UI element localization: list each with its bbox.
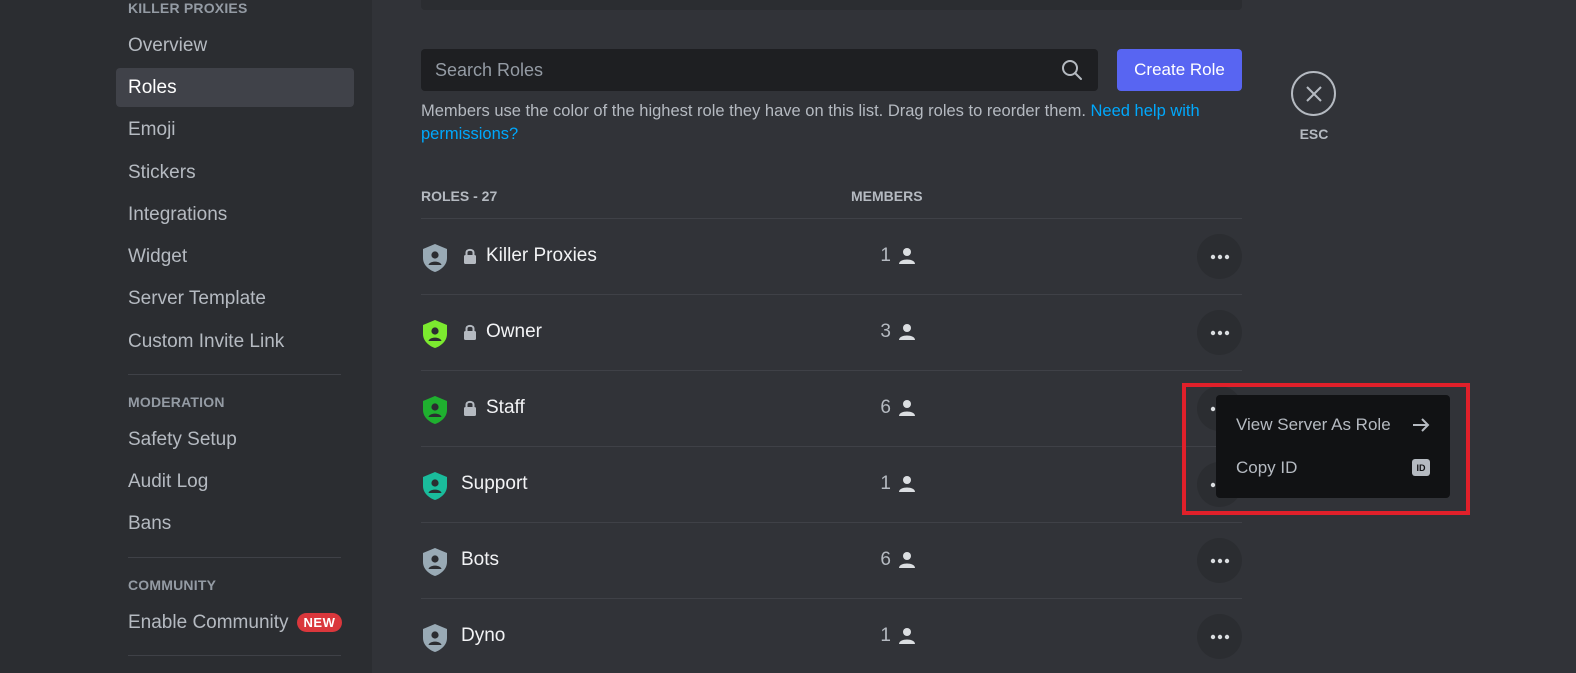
sidebar-item-widget[interactable]: Widget: [116, 237, 354, 276]
role-shield-icon: [423, 624, 447, 652]
create-role-button[interactable]: Create Role: [1117, 49, 1242, 91]
server-name-header: KILLER PROXIES: [128, 0, 248, 16]
member-count: 1: [880, 473, 891, 494]
role-shield-icon: [423, 320, 447, 348]
role-name: Owner: [486, 321, 542, 342]
sidebar-item-enable-community[interactable]: Enable Community NEW: [116, 603, 354, 642]
role-row[interactable]: Owner 3: [421, 294, 1242, 370]
settings-sidebar: KILLER PROXIES Overview Roles Emoji Stic…: [0, 0, 372, 673]
previous-section-edge: [421, 0, 1242, 10]
sidebar-item-server-template[interactable]: Server Template: [116, 279, 354, 318]
sidebar-divider: [128, 374, 341, 375]
role-shield-icon: [423, 396, 447, 424]
moderation-header: MODERATION: [128, 394, 225, 410]
search-input[interactable]: [435, 59, 1060, 81]
search-roles-box[interactable]: [421, 49, 1098, 91]
sidebar-item-integrations[interactable]: Integrations: [116, 195, 354, 234]
roles-description: Members use the color of the highest rol…: [421, 100, 1221, 146]
role-row[interactable]: Killer Proxies 1: [421, 218, 1242, 294]
member-count: 6: [880, 397, 891, 418]
more-dots-icon: [1210, 634, 1229, 639]
new-badge: NEW: [296, 613, 343, 632]
sidebar-item-audit-log[interactable]: Audit Log: [116, 462, 354, 501]
lock-icon: [464, 400, 476, 416]
role-name: Killer Proxies: [486, 245, 597, 266]
lock-icon: [464, 324, 476, 340]
role-shield-icon: [423, 244, 447, 272]
sidebar-item-custom-invite-link[interactable]: Custom Invite Link: [116, 322, 354, 361]
sidebar-item-stickers[interactable]: Stickers: [116, 153, 354, 192]
role-row[interactable]: Staff 6: [421, 370, 1242, 446]
more-dots-icon: [1210, 330, 1229, 335]
member-count: 1: [880, 625, 891, 646]
community-header: COMMUNITY: [128, 577, 217, 593]
role-more-button[interactable]: [1197, 614, 1242, 659]
person-icon: [899, 324, 915, 340]
sidebar-item-overview[interactable]: Overview: [116, 26, 354, 65]
person-icon: [899, 476, 915, 492]
person-icon: [899, 552, 915, 568]
role-name: Bots: [461, 549, 500, 570]
sidebar-item-safety-setup[interactable]: Safety Setup: [116, 420, 354, 459]
person-icon: [899, 248, 915, 264]
lock-icon: [464, 248, 476, 264]
role-name: Support: [461, 473, 528, 494]
role-row[interactable]: Dyno 1: [421, 598, 1242, 673]
member-count: 3: [880, 321, 891, 342]
close-icon: [1305, 85, 1322, 102]
sidebar-item-roles[interactable]: Roles: [116, 68, 354, 107]
sidebar-item-bans[interactable]: Bans: [116, 504, 354, 543]
role-shield-icon: [423, 548, 447, 576]
role-row[interactable]: Support 1: [421, 446, 1242, 522]
role-more-button[interactable]: [1197, 234, 1242, 279]
sidebar-item-emoji[interactable]: Emoji: [116, 110, 354, 149]
person-icon: [899, 400, 915, 416]
sidebar-divider: [128, 655, 341, 656]
close-button[interactable]: [1291, 71, 1336, 116]
description-text: Members use the color of the highest rol…: [421, 102, 1086, 120]
member-count: 1: [880, 245, 891, 266]
more-dots-icon: [1210, 254, 1229, 259]
roles-column-header: ROLES - 27: [421, 188, 498, 204]
close-settings[interactable]: ESC: [1291, 71, 1337, 142]
esc-label: ESC: [1299, 126, 1329, 142]
role-name: Dyno: [461, 625, 506, 646]
role-name: Staff: [486, 397, 525, 418]
person-icon: [899, 628, 915, 644]
sidebar-item-label: Enable Community: [128, 611, 289, 633]
role-row[interactable]: Bots 6: [421, 522, 1242, 598]
role-shield-icon: [423, 472, 447, 500]
role-more-button[interactable]: [1197, 310, 1242, 355]
member-count: 6: [880, 549, 891, 570]
sidebar-divider: [128, 557, 341, 558]
highlight-annotation-box: [1182, 383, 1470, 515]
role-more-button[interactable]: [1197, 538, 1242, 583]
search-icon[interactable]: [1060, 58, 1084, 82]
members-column-header: MEMBERS: [851, 188, 923, 204]
more-dots-icon: [1210, 558, 1229, 563]
